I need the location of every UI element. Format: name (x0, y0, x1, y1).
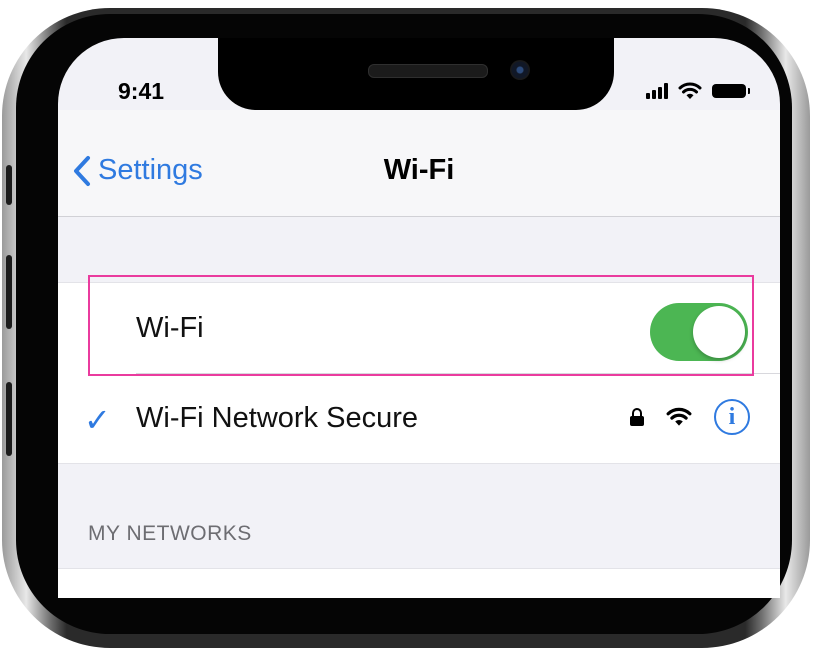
cellular-signal-icon (646, 83, 668, 99)
wifi-icon (678, 82, 702, 99)
info-icon[interactable]: i (714, 399, 750, 435)
side-button-top (6, 165, 12, 205)
network-name: Wi-Fi Network Secure (136, 401, 418, 434)
status-icons (646, 82, 750, 100)
my-networks-header: MY NETWORKS (88, 522, 252, 545)
status-time: 9:41 (118, 78, 165, 104)
speaker-grille (368, 64, 488, 78)
wifi-toggle-label: Wi-Fi (136, 311, 204, 344)
notch (218, 38, 614, 110)
wifi-settings-group: Wi-Fi ✓ Wi-Fi Network Secure i (58, 282, 780, 464)
toggle-knob (693, 306, 745, 358)
navigation-bar: Settings Wi-Fi (58, 110, 780, 217)
wifi-toggle-row: Wi-Fi (58, 283, 780, 373)
page-title: Wi-Fi (383, 154, 455, 186)
lock-icon (630, 408, 644, 426)
front-camera (510, 60, 530, 80)
checkmark-icon: ✓ (84, 402, 111, 438)
battery-icon (712, 84, 750, 98)
network-icons: i (630, 399, 750, 435)
wifi-signal-icon (666, 407, 692, 426)
side-button-middle (6, 255, 12, 329)
side-button-lower (6, 382, 12, 456)
phone-screen: 9:41 Settings Wi-Fi Wi-Fi ✓ Wi-Fi Networ… (58, 38, 780, 598)
network-row[interactable]: ✓ Wi-Fi Network Secure i (58, 373, 780, 463)
wifi-toggle-switch[interactable] (650, 303, 748, 361)
